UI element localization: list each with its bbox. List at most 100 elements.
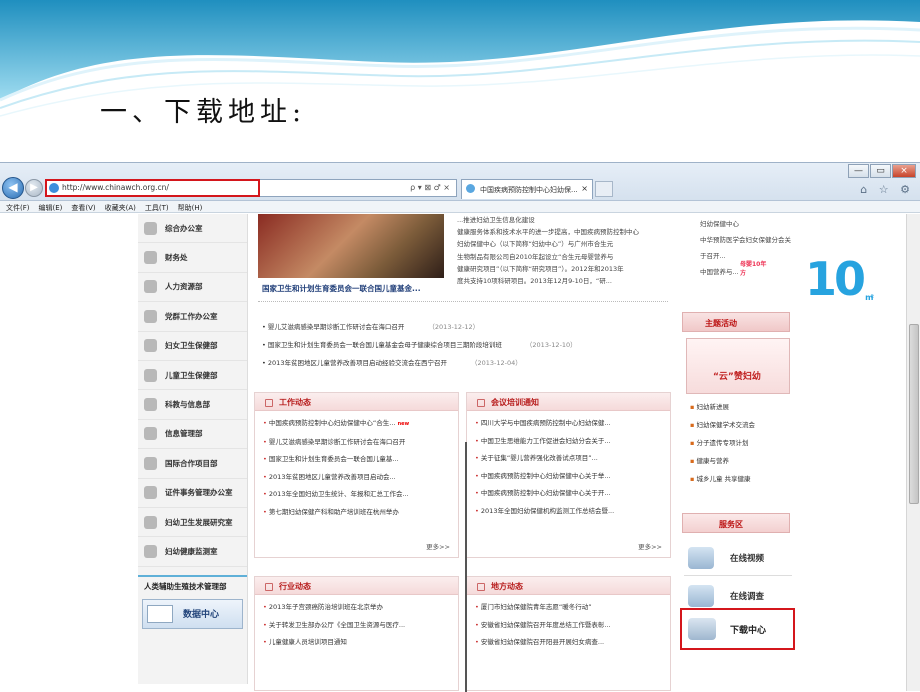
item-link[interactable]: 厦门市妇幼保健院青年志愿“暖冬行动” [481,603,592,611]
list-item[interactable]: 关于转发卫生部办公厅《全国卫生资源与医疗... [263,617,458,635]
more-link[interactable]: 更多>> [426,541,450,551]
list-item[interactable]: 安徽省妇幼保健院召开阳县开展妇女病查... [475,634,670,652]
nav-item[interactable]: 儿童卫生保健部 [138,361,247,391]
item-link[interactable]: 中国疾病预防控制中心妇幼保健中心关于举... [481,472,611,480]
nav-item[interactable]: 国际合作项目部 [138,449,247,479]
close-window-button[interactable]: × [892,164,916,178]
list-item[interactable]: 2013年全国妇幼保健机构监测工作总结会暨... [475,503,670,521]
list-item[interactable]: 关于征集“婴儿营养强化改善试点项目”... [475,450,670,468]
vertical-scrollbar[interactable] [906,214,920,691]
ten-years-label[interactable]: 母婴10年方 [740,259,770,277]
top-link[interactable]: 妇幼保健中心 [700,216,795,232]
menu-view[interactable]: 查看(V) [71,203,95,212]
menu-bar: 文件(F) 编辑(E) 查看(V) 收藏夹(A) 工具(T) 帮助(H) [0,201,920,213]
item-link[interactable]: 安徽省妇幼保健院召开年度总结工作暨表彰... [481,621,611,629]
window-controls: — ▭ × [848,164,916,178]
list-item[interactable]: • 婴儿艾滋病感染早期诊断工作研讨会在海口召开 （2013-12-12） [262,318,577,336]
nav-icon [144,515,157,529]
nav-item[interactable]: 科教与信息部 [138,390,247,420]
item-link[interactable]: 中国疾病预防控制中心妇幼保健中心“合生... [269,419,396,427]
nav-label: 儿童卫生保健部 [165,370,218,380]
online-video-button[interactable]: 在线视频 [684,540,792,576]
news-photo[interactable] [258,214,444,278]
item-link[interactable]: 儿童健康人员培训项目通知 [269,638,347,646]
headline-text[interactable]: 2013年贫困地区儿童营养改善项目启动经验交流会在西宁召开 [268,359,447,367]
menu-help[interactable]: 帮助(H) [178,203,203,212]
nav-item[interactable]: 综合办公室 [138,214,247,244]
menu-favorites[interactable]: 收藏夹(A) [105,203,136,212]
item-link[interactable]: 关于征集“婴儿营养强化改善试点项目”... [481,454,598,462]
more-link[interactable]: 更多>> [638,541,662,551]
headline-text[interactable]: 国家卫生和计划生育委员会一联合国儿童基金会母子健康综合项目三期阶段培训班 [268,341,502,349]
list-item[interactable]: 2013年贫困地区儿童营养改善项目启动会... [263,469,458,487]
list-item[interactable]: 中国卫生思维能力工作促进会妇幼分会关于... [475,433,670,451]
headline-date: （2013-12-12） [428,323,480,331]
list-item[interactable]: 2013年全国妇幼卫生统计、年报和汇总工作会... [263,486,458,504]
news-photo-caption[interactable]: 国家卫生和计划生育委员会一联合国儿童基金... [262,283,421,294]
list-item[interactable]: 中国疾病预防控制中心妇幼保健中心“合生... new [263,415,458,434]
list-item[interactable]: 妇幼新进展 [690,398,755,416]
download-center-button[interactable]: 下载中心 [680,608,795,650]
list-item[interactable]: 国家卫生和计划生育委员会一联合国儿童基... [263,451,458,469]
data-center-button[interactable]: 数据中心 [142,598,243,629]
list-item[interactable]: 第七期妇幼保健产科和助产培训班在杭州举办 [263,504,458,522]
nav-item[interactable]: 党群工作办公室 [138,302,247,332]
item-link[interactable]: 安徽省妇幼保健院召开阳县开展妇女病查... [481,638,604,646]
nav-item[interactable]: 妇女卫生保健部 [138,332,247,361]
home-star-gear-icons[interactable]: ⌂ ☆ ⚙ [860,183,914,196]
list-item[interactable]: 中国疾病预防控制中心妇幼保健中心关于开... [475,485,670,503]
list-item[interactable]: 妇幼保健学术交流会 [690,416,755,434]
address-tools-icons[interactable]: ρ ▾ ⊠ ♂ × [410,183,450,192]
item-link[interactable]: 中国卫生思维能力工作促进会妇幼分会关于... [481,437,611,445]
item-link[interactable]: 婴儿艾滋病感染早期诊断工作研讨会在海口召开 [269,438,406,446]
art-management-banner[interactable]: 人类辅助生殖技术管理部 [138,574,247,597]
item-link[interactable]: 中国疾病预防控制中心妇幼保健中心关于开... [481,489,611,497]
item-link[interactable]: 2013年全国妇幼保健机构监测工作总结会暨... [481,507,614,515]
item-link[interactable]: 第七期妇幼保健产科和助产培训班在杭州举办 [269,508,399,516]
nav-item[interactable]: 妇幼健康监测室 [138,537,247,567]
item-link[interactable]: 2013年子宫颈癌防治培训班在北京举办 [269,603,383,611]
list-item[interactable]: 城乡儿童 共享健康 [690,470,755,488]
item-link[interactable]: 关于转发卫生部办公厅《全国卫生资源与医疗... [269,621,405,629]
list-item[interactable]: 安徽省妇幼保健院召开年度总结工作暨表彰... [475,617,670,635]
list-item[interactable]: 中国疾病预防控制中心妇幼保健中心关于举... [475,468,670,486]
menu-edit[interactable]: 编辑(E) [39,203,63,212]
forward-button[interactable]: ▶ [25,179,43,197]
item-link[interactable]: 2013年全国妇幼卫生统计、年报和汇总工作会... [269,490,409,498]
maximize-button[interactable]: ▭ [870,164,891,178]
browser-tab[interactable]: 中国疾病预防控制中心妇幼保... × [461,179,593,199]
list-item[interactable]: 厦门市妇幼保健院青年志愿“暖冬行动” [475,599,670,617]
tab-close-icon[interactable]: × [581,184,588,193]
nav-icon [144,251,157,265]
nav-item[interactable]: 信息管理部 [138,420,247,450]
list-item[interactable]: 2013年子宫颈癌防治培训班在北京举办 [263,599,458,617]
nav-item[interactable]: 妇幼卫生发展研究室 [138,508,247,538]
minimize-button[interactable]: — [848,164,869,178]
data-center-label: 数据中心 [183,610,220,621]
menu-tools[interactable]: 工具(T) [145,203,169,212]
browser-window: — ▭ × ◀ ▶ http://www.chinawch.org.cn/ ρ … [0,162,920,692]
item-link[interactable]: 四川大学与中国疾病预防控制中心妇幼保健... [481,419,611,427]
new-tab-button[interactable] [595,181,613,197]
list-item[interactable]: 儿童健康人员培训项目通知 [263,634,458,652]
scrollbar-thumb[interactable] [909,324,919,504]
nav-item[interactable]: 财务处 [138,243,247,273]
nav-item[interactable]: 人力资源部 [138,273,247,303]
nav-label: 综合办公室 [165,223,203,233]
list-item[interactable]: • 2013年贫困地区儿童营养改善项目启动经验交流会在西宁召开 （2013-12-… [262,354,577,372]
news-line: ...推进妇幼卫生信息化建设 [457,216,535,224]
back-button[interactable]: ◀ [2,177,24,199]
list-item[interactable]: • 国家卫生和计划生育委员会一联合国儿童基金会母子健康综合项目三期阶段培训班 （2… [262,336,577,354]
item-link[interactable]: 2013年贫困地区儿童营养改善项目启动会... [269,473,396,481]
list-item[interactable]: 分子遗传专项计划 [690,434,755,452]
nav-item[interactable]: 证件事务管理办公室 [138,479,247,508]
menu-file[interactable]: 文件(F) [6,203,30,212]
headline-text[interactable]: 婴儿艾滋病感染早期诊断工作研讨会在海口召开 [268,323,405,331]
ten-years-logo[interactable]: 10 m² [805,252,874,308]
promo-banner[interactable]: “云”赞妇幼 [686,338,790,394]
list-item[interactable]: 婴儿艾滋病感染早期诊断工作研讨会在海口召开 [263,434,458,452]
item-link[interactable]: 国家卫生和计划生育委员会一联合国儿童基... [269,455,399,463]
download-label: 下载中心 [730,625,767,636]
list-item[interactable]: 健康与营养 [690,452,755,470]
list-item[interactable]: 四川大学与中国疾病预防控制中心妇幼保健... [475,415,670,433]
